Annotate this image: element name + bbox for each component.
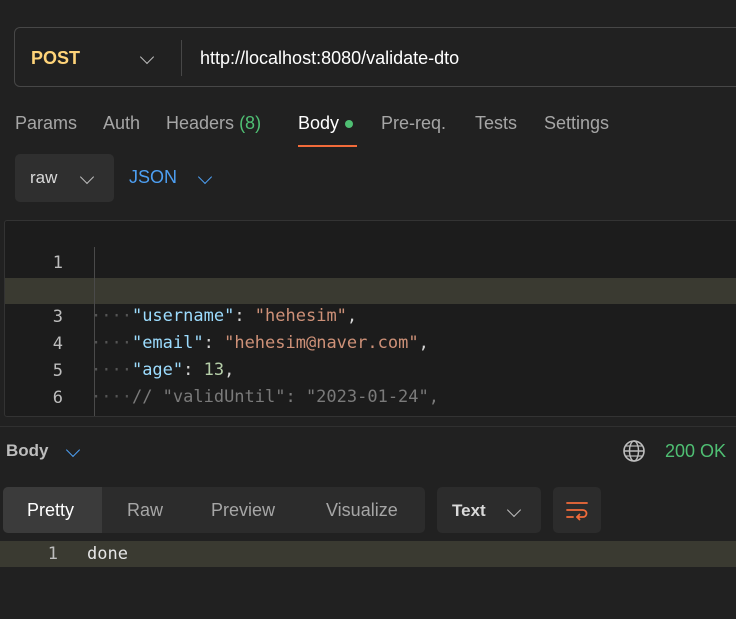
body-modified-dot (345, 120, 354, 129)
tab-body-label: Body (298, 113, 340, 133)
headers-count-badge: (8) (239, 113, 262, 133)
tab-settings[interactable]: Settings (544, 113, 609, 134)
language-chevron-down-icon[interactable] (197, 169, 213, 185)
method-select[interactable]: POST (31, 48, 80, 69)
editor-line-active: 3 ····"email": "hehesim@naver.com", (5, 278, 736, 353)
json-value: "" (306, 414, 326, 416)
editor-line: 7 ····"notEmptyString": " ", (5, 386, 736, 416)
url-input[interactable]: http://localhost:8080/validate-dto (200, 48, 459, 69)
json-key: "notNullString" (132, 414, 286, 416)
response-body-select[interactable]: Body (6, 441, 49, 461)
view-pretty-button[interactable]: Pretty (27, 500, 74, 521)
editor-line: 4 ····"age": 13, (5, 305, 736, 380)
response-divider (0, 426, 736, 427)
json-colon: : (285, 414, 305, 416)
editor-line: 1 { (5, 224, 736, 299)
globe-icon[interactable] (622, 439, 646, 463)
tab-prereq[interactable]: Pre-req. (381, 113, 446, 134)
body-mode-label: raw (30, 168, 58, 187)
tab-auth[interactable]: Auth (103, 113, 140, 134)
indent-guide (94, 247, 95, 416)
active-tab-indicator (298, 145, 357, 147)
indent-whitespace: ···· (91, 414, 132, 416)
editor-line: 5 ····// "validUntil": "2023-01-24", (5, 332, 736, 407)
tab-params[interactable]: Params (15, 113, 77, 134)
request-body-editor[interactable]: 1 { 2 ····"username": "hehesim", 3 ····"… (4, 220, 736, 417)
url-divider (181, 40, 182, 76)
response-chevron-down-icon[interactable] (65, 442, 81, 458)
response-format-label: Text (452, 501, 486, 520)
language-select[interactable]: JSON (129, 167, 177, 188)
status-badge[interactable]: 200 OK (665, 441, 726, 462)
response-line-number: 1 (47, 544, 58, 564)
editor-line: 2 ····"username": "hehesim", (5, 251, 736, 326)
view-preview-button[interactable]: Preview (211, 500, 275, 521)
wrap-lines-icon (566, 502, 588, 521)
tab-headers[interactable]: Headers (8) (166, 113, 261, 134)
editor-line: 6 ····"notNullString": "", (5, 359, 736, 416)
tab-body[interactable]: Body (298, 113, 354, 134)
tab-tests[interactable]: Tests (475, 113, 517, 134)
response-body-text[interactable]: done (87, 541, 128, 567)
tab-headers-label: Headers (166, 113, 235, 133)
json-comma: , (326, 414, 336, 416)
line-number: 7 (5, 412, 63, 416)
view-raw-button[interactable]: Raw (127, 500, 163, 521)
view-visualize-button[interactable]: Visualize (326, 500, 398, 521)
